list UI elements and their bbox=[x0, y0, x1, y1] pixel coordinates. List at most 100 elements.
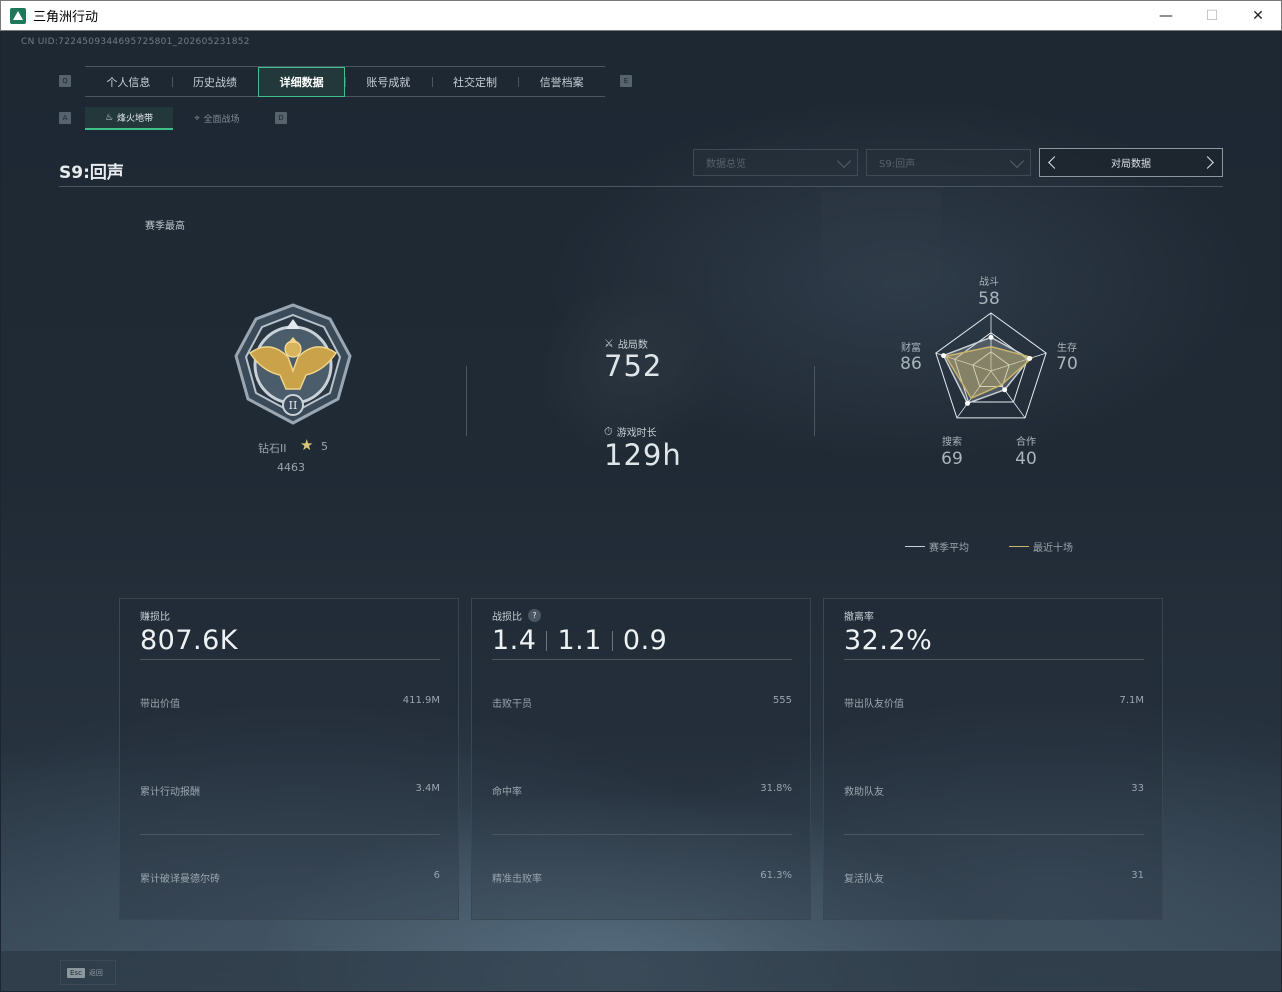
playtime-label-text: 游戏时长 bbox=[616, 428, 657, 439]
rank-tier-numeral: II bbox=[289, 399, 298, 412]
card-divider bbox=[492, 659, 792, 660]
card-title: 撤离率 bbox=[844, 612, 874, 623]
card-main-value: 32.2% bbox=[844, 625, 933, 656]
dropdown-value: S9:回声 bbox=[879, 159, 916, 170]
stat-row: 累计行动报酬 3.4M bbox=[140, 783, 440, 798]
radar-label-survival: 生存 bbox=[1057, 343, 1077, 354]
radar-point-season-avg bbox=[964, 400, 970, 406]
radar-value-teamwork: 40 bbox=[1015, 449, 1037, 469]
stat-row-label: 复活队友 bbox=[844, 874, 884, 885]
legend-recent-ten: 最近十场 bbox=[1009, 539, 1073, 554]
card-title-text: 战损比 bbox=[492, 612, 522, 623]
view-switcher-label: 对局数据 bbox=[1111, 159, 1151, 170]
card-divider bbox=[140, 834, 440, 835]
season-title: S9:回声 bbox=[59, 163, 124, 183]
chevron-down-icon bbox=[1009, 153, 1025, 169]
maximize-button[interactable]: ☐ bbox=[1189, 1, 1235, 31]
bottom-fog bbox=[1, 951, 1281, 991]
profit-loss-card: 赚损比 807.6K 带出价值 411.9M 累计行动报酬 3.4M 累计破译曼… bbox=[119, 598, 459, 920]
season-best-label: 赛季最高 bbox=[145, 221, 185, 232]
kd-value-2: 1.1 bbox=[557, 625, 602, 656]
card-divider bbox=[492, 834, 792, 835]
rank-medal-icon: II bbox=[234, 303, 352, 425]
subtab-label: 全面战场 bbox=[203, 115, 240, 125]
legend-swatch bbox=[1009, 546, 1029, 547]
help-icon[interactable]: ? bbox=[528, 609, 541, 622]
stat-row-label: 累计破译曼德尔砖 bbox=[140, 874, 220, 885]
stat-row-value: 411.9M bbox=[402, 695, 440, 706]
chevron-down-icon bbox=[836, 153, 852, 169]
chevron-left-icon[interactable] bbox=[1048, 156, 1061, 169]
header-divider bbox=[59, 186, 1223, 187]
season-dropdown[interactable]: S9:回声 bbox=[866, 149, 1031, 176]
radar-label-search: 搜索 bbox=[942, 437, 962, 448]
stat-row-value: 3.4M bbox=[415, 783, 440, 794]
tab-personal-info[interactable]: 个人信息 bbox=[85, 67, 172, 97]
mode-subtabs: ♨ 烽火地带 ⌖ 全面战场 bbox=[85, 107, 261, 130]
esc-key-hint: Esc bbox=[67, 967, 85, 978]
minimize-button[interactable]: — bbox=[1143, 1, 1189, 31]
stat-row-label: 击败干员 bbox=[492, 699, 532, 710]
player-uid: CN UID:7224509344695725801_202605231852 bbox=[21, 37, 250, 47]
stat-row-label: 命中率 bbox=[492, 787, 522, 798]
value-separator bbox=[546, 630, 548, 651]
rank-name: 钻石II bbox=[258, 442, 287, 455]
subtab-warfare[interactable]: ⌖ 全面战场 bbox=[173, 107, 261, 130]
radar-point-season-avg bbox=[988, 334, 994, 340]
playtime-label: ⏱ 游戏时长 bbox=[604, 424, 657, 440]
stat-row: 精准击败率 61.3% bbox=[492, 870, 792, 885]
stopwatch-icon: ⏱ bbox=[604, 424, 613, 438]
card-divider bbox=[844, 659, 1144, 660]
chevron-right-icon[interactable] bbox=[1201, 156, 1214, 169]
radar-point-season-avg bbox=[1027, 355, 1033, 361]
tab-next-key-hint: E bbox=[620, 75, 632, 87]
kd-ratio-card: 战损比 ? 1.4 1.1 0.9 击败干员 555 命中率 31.8% 精准击… bbox=[471, 598, 811, 920]
subtab-label: 烽火地带 bbox=[117, 114, 154, 124]
card-divider bbox=[140, 659, 440, 660]
legend-swatch bbox=[905, 546, 925, 547]
data-type-dropdown[interactable]: 数据总览 bbox=[693, 149, 858, 176]
beacon-icon: ♨ bbox=[104, 112, 114, 123]
subtab-next-key-hint: D bbox=[275, 112, 287, 124]
stat-row-value: 31.8% bbox=[760, 783, 792, 794]
stat-row-value: 33 bbox=[1131, 783, 1144, 794]
view-switcher: 对局数据 bbox=[1039, 148, 1223, 177]
window-title: 三角洲行动 bbox=[33, 10, 99, 25]
star-icon: ★ bbox=[300, 436, 314, 454]
tab-achievements[interactable]: 账号成就 bbox=[345, 67, 432, 97]
rank-stars: 5 bbox=[321, 440, 328, 453]
radar-value-combat: 58 bbox=[978, 289, 1000, 309]
extraction-rate-card: 撤离率 32.2% 带出队友价值 7.1M 救助队友 33 复活队友 31 bbox=[823, 598, 1163, 920]
stat-row-label: 带出队友价值 bbox=[844, 699, 904, 710]
close-button[interactable]: ✕ bbox=[1235, 1, 1281, 31]
tab-detailed-data[interactable]: 详细数据 bbox=[258, 67, 346, 97]
tab-match-history[interactable]: 历史战绩 bbox=[171, 67, 259, 97]
tab-prev-key-hint: Q bbox=[59, 75, 71, 87]
legend-label: 赛季平均 bbox=[929, 543, 969, 554]
radar-point-season-avg bbox=[1002, 387, 1008, 393]
kd-value-1: 1.4 bbox=[492, 625, 537, 656]
stat-row-label: 救助队友 bbox=[844, 787, 884, 798]
stat-row: 复活队友 31 bbox=[844, 870, 1144, 885]
stat-row: 带出队友价值 7.1M bbox=[844, 695, 1144, 710]
tab-social[interactable]: 社交定制 bbox=[431, 67, 519, 97]
legend-label: 最近十场 bbox=[1033, 543, 1073, 554]
radar-value-wealth: 86 bbox=[900, 354, 922, 374]
window-titlebar: 三角洲行动 — ☐ ✕ bbox=[0, 0, 1282, 31]
stat-row-label: 精准击败率 bbox=[492, 874, 542, 885]
back-button[interactable]: Esc 返回 bbox=[60, 960, 116, 985]
stat-row-label: 带出价值 bbox=[140, 699, 180, 710]
subtab-operations[interactable]: ♨ 烽火地带 bbox=[85, 107, 173, 130]
crosshair-icon: ⌖ bbox=[194, 113, 200, 124]
radar-value-survival: 70 bbox=[1056, 354, 1078, 374]
stat-row-label: 累计行动报酬 bbox=[140, 787, 200, 798]
stat-row-value: 555 bbox=[772, 695, 792, 706]
tab-reputation[interactable]: 信誉档案 bbox=[518, 67, 605, 97]
subtab-prev-key-hint: A bbox=[59, 112, 71, 124]
kd-value-3: 0.9 bbox=[622, 625, 668, 656]
stat-row-value: 61.3% bbox=[760, 870, 792, 881]
radar-label-teamwork: 合作 bbox=[1016, 437, 1036, 448]
stat-row: 累计破译曼德尔砖 6 bbox=[140, 870, 440, 885]
value-separator bbox=[611, 630, 613, 651]
background-structure bbox=[821, 191, 941, 281]
